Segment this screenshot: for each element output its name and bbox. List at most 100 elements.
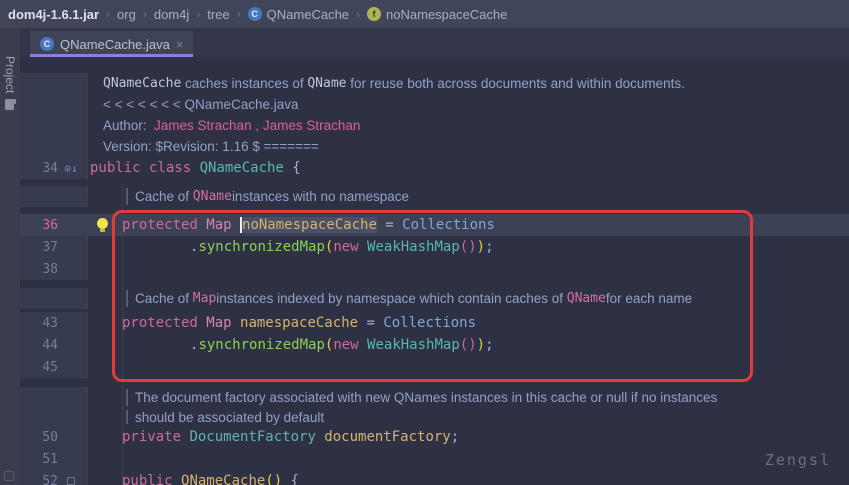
gutter: [20, 186, 88, 207]
code-line-38[interactable]: 38: [20, 258, 849, 280]
doc-comment-line[interactable]: QNameCache caches instances of QName for…: [20, 73, 849, 94]
breadcrumb-label: tree: [207, 7, 229, 22]
token-kw: private: [122, 429, 189, 445]
line-content[interactable]: .synchronizedMap(new WeakHashMap());: [88, 236, 849, 258]
token-kw: protected: [122, 217, 206, 233]
token-doc: < < < < < < < QNameCache.java: [103, 97, 299, 112]
tab-qnamecache-java[interactable]: C QNameCache.java ×: [30, 31, 193, 57]
main-area: Project C QNameCache.java × QNameCache c…: [0, 28, 849, 485]
token-p2: (: [460, 239, 468, 255]
code-line-34[interactable]: 34⊙↓public class QNameCache {: [20, 157, 849, 179]
token-doc: should be associated by default: [135, 410, 324, 425]
token-doc: Cache of: [135, 189, 193, 204]
token-doc: Version: $Revision: 1.16 $ =======: [103, 139, 319, 154]
code-line-43[interactable]: 43protected Map namespaceCache = Collect…: [20, 312, 849, 334]
doc-comment-stripe: [126, 188, 128, 205]
project-tool-window-label: Project: [3, 56, 17, 93]
tab-label: QNameCache.java: [60, 37, 170, 52]
chevron-right-icon: ›: [143, 7, 147, 21]
token-doc: caches instances of: [181, 76, 307, 91]
line-content[interactable]: Cache of QNameinstances with no namespac…: [88, 186, 849, 207]
gutter: [20, 408, 88, 426]
doc-comment-line[interactable]: The document factory associated with new…: [20, 387, 849, 408]
intention-bulb-icon[interactable]: [97, 218, 108, 232]
gutter: [20, 94, 88, 115]
chevron-right-icon: ›: [237, 7, 241, 21]
line-content[interactable]: < < < < < < < QNameCache.java: [88, 94, 849, 115]
line-content[interactable]: should be associated by default: [88, 408, 849, 426]
token-doc-ref: QName: [193, 189, 232, 204]
editor-spacer: [20, 378, 849, 387]
line-content[interactable]: QNameCache caches instances of QName for…: [88, 73, 849, 94]
class-icon: C: [248, 7, 262, 21]
line-content[interactable]: public class QNameCache {: [88, 157, 849, 179]
line-content[interactable]: public QNameCache() {: [88, 470, 849, 485]
chevron-right-icon: ›: [106, 7, 110, 21]
breadcrumb-item-tree[interactable]: tree: [207, 7, 229, 22]
code-line-50[interactable]: 50private DocumentFactory documentFactor…: [20, 426, 849, 448]
doc-comment-line[interactable]: Author: James Strachan , James Strachan: [20, 115, 849, 136]
breadcrumb-item-dom4j-1-6-1-jar[interactable]: dom4j-1.6.1.jar: [8, 7, 99, 22]
doc-comment-line[interactable]: should be associated by default: [20, 408, 849, 426]
line-number: 51: [20, 452, 58, 467]
token-doc: instances indexed by namespace which con…: [216, 291, 566, 306]
token-mth: synchronizedMap: [198, 239, 324, 255]
token-typ: Map: [206, 217, 240, 233]
breadcrumb-item-org[interactable]: org: [117, 7, 136, 22]
token-p2: ): [468, 337, 476, 353]
gutter: 37: [20, 236, 88, 258]
class-icon: C: [40, 37, 54, 51]
doc-comment-line[interactable]: Cache of Mapinstances indexed by namespa…: [20, 288, 849, 309]
doc-comment-line[interactable]: < < < < < < < QNameCache.java: [20, 94, 849, 115]
code-line-52[interactable]: 52public QNameCache() {: [20, 470, 849, 485]
line-content[interactable]: protected Map namespaceCache = Collectio…: [88, 312, 849, 334]
line-content[interactable]: Version: $Revision: 1.16 $ =======: [88, 136, 849, 157]
editor-column: C QNameCache.java × QNameCache caches in…: [20, 28, 849, 485]
doc-comment-line[interactable]: Cache of QNameinstances with no namespac…: [20, 186, 849, 207]
token-mth: synchronizedMap: [198, 337, 324, 353]
line-content[interactable]: [88, 448, 849, 470]
breadcrumb-label: org: [117, 7, 136, 22]
line-content[interactable]: .synchronizedMap(new WeakHashMap());: [88, 334, 849, 356]
doc-comment-stripe: [126, 410, 128, 424]
token-p1: ): [477, 337, 485, 353]
line-content[interactable]: private DocumentFactory documentFactory;: [88, 426, 849, 448]
line-content[interactable]: Author: James Strachan , James Strachan: [88, 115, 849, 136]
code-line-37[interactable]: 37.synchronizedMap(new WeakHashMap());: [20, 236, 849, 258]
stripe-bottom-icon[interactable]: [4, 471, 14, 481]
overridden-marker-icon[interactable]: ⊙↓: [58, 162, 84, 175]
line-content[interactable]: [88, 356, 849, 378]
line-content[interactable]: The document factory associated with new…: [88, 387, 849, 408]
token-p1: (: [325, 337, 333, 353]
token-p2: ): [468, 239, 476, 255]
token-cls: DocumentFactory: [189, 429, 324, 445]
fold-icon[interactable]: [58, 477, 84, 485]
project-tool-window-button[interactable]: Project: [0, 54, 20, 134]
breadcrumb-item-dom4j[interactable]: dom4j: [154, 7, 189, 22]
breadcrumb: dom4j-1.6.1.jar›org›dom4j›tree›CQNameCac…: [0, 0, 849, 28]
line-content[interactable]: Cache of Mapinstances indexed by namespa…: [88, 288, 849, 309]
line-content[interactable]: [88, 258, 849, 280]
token-kw: protected: [122, 315, 206, 331]
gutter: 44: [20, 334, 88, 356]
line-number: 36: [20, 218, 58, 233]
token-doc: instances with no namespace: [232, 189, 409, 204]
token-doc-author: James Strachan , James Strachan: [154, 118, 360, 133]
doc-comment-line[interactable]: Version: $Revision: 1.16 $ =======: [20, 136, 849, 157]
code-line-51[interactable]: 51: [20, 448, 849, 470]
close-icon[interactable]: ×: [176, 38, 184, 51]
code-line-45[interactable]: 45: [20, 356, 849, 378]
token-pun: .: [190, 239, 198, 255]
code-line-44[interactable]: 44.synchronizedMap(new WeakHashMap());: [20, 334, 849, 356]
tool-window-stripe: Project: [0, 28, 20, 485]
breadcrumb-item-nonamespacecache[interactable]: fnoNamespaceCache: [367, 7, 507, 22]
token-doc-code: QNameCache: [103, 76, 181, 91]
code-line-36[interactable]: 36 protected Map noNamespaceCache = Colle…: [20, 214, 849, 236]
gutter: [20, 288, 88, 309]
breadcrumb-item-qnamecache[interactable]: CQNameCache: [248, 7, 349, 22]
line-content[interactable]: protected Map noNamespaceCache = Collect…: [88, 214, 849, 236]
token-doc-ref: QName: [567, 291, 606, 306]
line-number: 37: [20, 240, 58, 255]
code-editor[interactable]: QNameCache caches instances of QName for…: [20, 57, 849, 485]
token-doc: for reuse both across documents and with…: [347, 76, 685, 91]
